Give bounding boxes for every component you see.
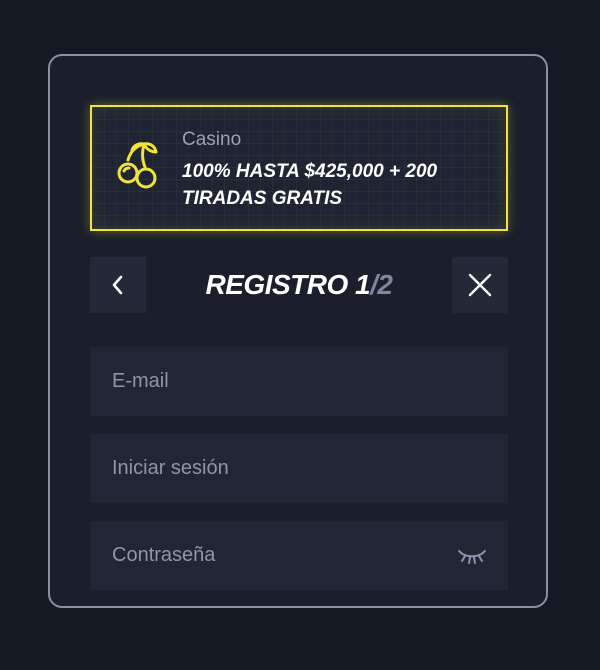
promo-banner[interactable]: Casino 100% HASTA $425,000 + 200 TIRADAS… <box>90 105 508 231</box>
registration-modal: Casino 100% HASTA $425,000 + 200 TIRADAS… <box>48 54 548 608</box>
close-button[interactable] <box>452 257 508 313</box>
title-text: REGISTRO <box>205 269 349 300</box>
promo-category: Casino <box>182 129 242 150</box>
password-input[interactable] <box>90 521 508 590</box>
page-title: REGISTRO 1/2 <box>146 268 452 302</box>
cherries-icon <box>117 142 158 189</box>
close-icon <box>468 273 492 297</box>
chevron-left-icon <box>112 275 123 295</box>
eye-closed-icon[interactable] <box>456 545 488 567</box>
back-button[interactable] <box>90 257 146 313</box>
email-input[interactable] <box>90 347 508 416</box>
password-field <box>90 521 508 590</box>
step-total: 2 <box>377 269 393 300</box>
login-field <box>90 434 508 503</box>
email-field <box>90 347 508 416</box>
step-current: 1 <box>355 269 371 300</box>
promo-offer-text: 100% HASTA $425,000 + 200 TIRADAS GRATIS <box>182 161 438 209</box>
login-input[interactable] <box>90 434 508 503</box>
